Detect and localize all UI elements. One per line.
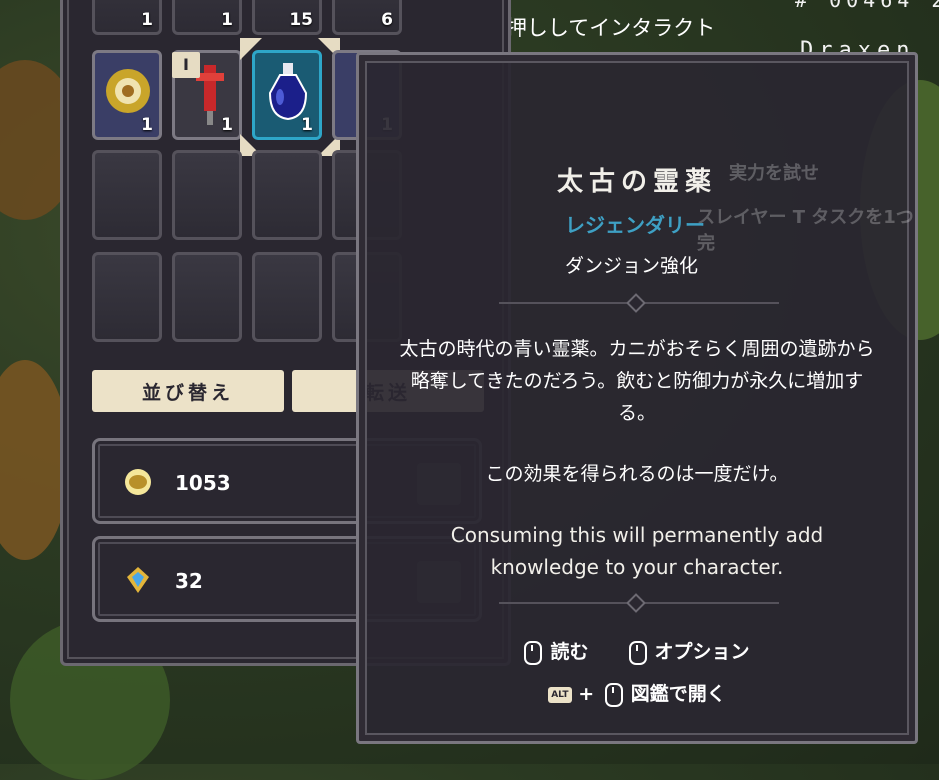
slot-count: 1	[221, 115, 233, 135]
slot-count: 1	[141, 115, 153, 135]
consume-note: Consuming this will permanently add know…	[359, 519, 915, 583]
left-mouse-icon	[604, 682, 623, 707]
player-id: # 00464 2	[795, 0, 939, 12]
slot-count: 6	[381, 10, 393, 30]
slot-lock-badge: I	[172, 52, 200, 78]
item-rarity: レジェンダリー	[565, 213, 705, 237]
inventory-slot[interactable]	[172, 150, 242, 240]
gold-emblem-icon	[106, 69, 150, 113]
quest-task-faint: スレイヤー T タスクを1つ完	[697, 207, 914, 254]
slot-count: 1	[301, 115, 313, 135]
consume-note-line2: knowledge to your character.	[490, 555, 784, 579]
gold-coin-icon	[125, 469, 151, 495]
read-action[interactable]: 読む	[524, 637, 589, 665]
inventory-slot[interactable]: 1	[172, 0, 242, 35]
codex-label: 図鑑で開く	[630, 683, 726, 705]
inventory-slot-selected[interactable]: 1	[252, 50, 322, 140]
read-label: 読む	[550, 641, 589, 663]
item-category: ダンジョン強化	[565, 255, 699, 277]
inventory-slot[interactable]	[92, 252, 162, 342]
once-note: この効果を得られるのは一度だけ。	[485, 463, 789, 485]
options-label: オプション	[654, 641, 750, 663]
options-action[interactable]: オプション	[628, 637, 750, 665]
gold-amount: 1053	[175, 471, 231, 495]
tooltip-actions: 読む オプション	[359, 637, 915, 665]
slot-count: 1	[221, 10, 233, 30]
alt-key: ALT	[548, 686, 572, 703]
inventory-slot[interactable]: 6	[332, 0, 402, 35]
inventory-slot[interactable]: 1	[92, 0, 162, 35]
right-mouse-icon	[628, 640, 647, 665]
inventory-slot[interactable]: 1	[92, 50, 162, 140]
inventory-slot[interactable]	[252, 150, 322, 240]
divider-ornament	[626, 293, 646, 313]
inventory-slot[interactable]	[252, 252, 322, 342]
item-description: 太古の時代の青い霊薬。カニがおそらく周囲の遺跡から略奪してきたのだろう。飲むと防…	[399, 338, 875, 424]
plus-sign: +	[578, 683, 595, 705]
slot-count: 15	[289, 10, 313, 30]
crystal-shard-icon	[127, 567, 149, 593]
left-mouse-icon	[524, 640, 543, 665]
inventory-slot[interactable]	[172, 252, 242, 342]
inventory-slot[interactable]	[92, 150, 162, 240]
consume-note-line1: Consuming this will permanently add	[450, 523, 824, 547]
slot-count: 1	[141, 10, 153, 30]
sort-button[interactable]: 並び替え	[92, 370, 284, 412]
codex-action[interactable]: ALT + 図鑑で開く	[359, 679, 915, 707]
item-name: 太古の霊薬	[556, 167, 717, 197]
crystal-amount: 32	[175, 569, 203, 593]
inventory-slot[interactable]: 15	[252, 0, 322, 35]
divider-ornament	[626, 593, 646, 613]
item-tooltip: 実力を試せ スレイヤー T タスクを1つ完 太古の霊薬 レジェンダリー ダンジョ…	[356, 52, 918, 744]
